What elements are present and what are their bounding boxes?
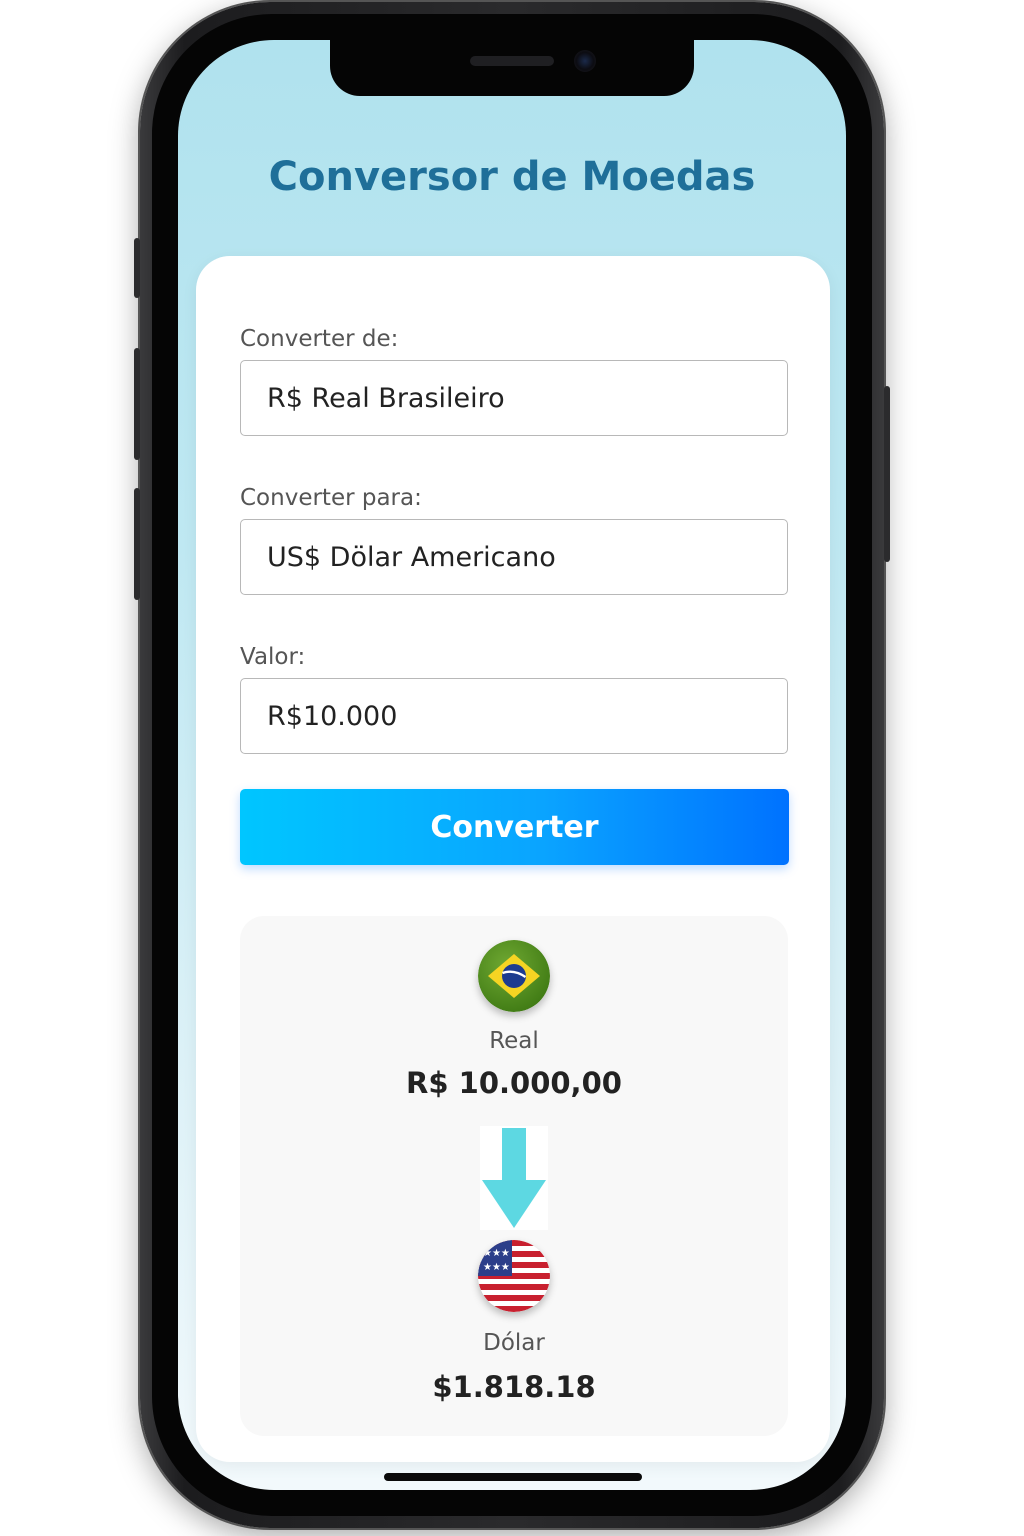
svg-text:★★★: ★★★	[483, 1262, 510, 1273]
usa-flag-icon: ★★★ ★★★	[478, 1240, 550, 1312]
volume-up-button	[134, 348, 140, 460]
phone-screen: Conversor de Moedas Converter de: R$ Rea…	[178, 40, 846, 1490]
stage: Conversor de Moedas Converter de: R$ Rea…	[0, 0, 1024, 1536]
convert-button[interactable]: Converter	[240, 789, 789, 865]
target-currency-amount: $1.818.18	[432, 1370, 596, 1404]
svg-text:★★★: ★★★	[483, 1248, 510, 1259]
power-button	[884, 386, 890, 562]
from-currency-label: Converter de:	[240, 326, 399, 352]
home-indicator[interactable]	[384, 1473, 642, 1481]
target-currency-name: Dólar	[483, 1330, 545, 1356]
arrow-down-icon	[480, 1126, 548, 1230]
converter-card: Converter de: R$ Real Brasileiro Convert…	[196, 256, 830, 1462]
amount-label: Valor:	[240, 644, 306, 670]
volume-down-button	[134, 488, 140, 600]
from-currency-select[interactable]: R$ Real Brasileiro	[240, 360, 788, 436]
speaker-grille	[470, 56, 554, 66]
to-currency-label: Converter para:	[240, 485, 422, 511]
result-panel: Real R$ 10.000,00 ★★★ ★★★ Dólar $1.818.1…	[240, 916, 788, 1436]
source-currency-amount: R$ 10.000,00	[406, 1066, 622, 1100]
brazil-flag-icon	[478, 940, 550, 1012]
front-camera-icon	[574, 50, 596, 72]
notch	[330, 40, 694, 96]
to-currency-select[interactable]: US$ Dölar Americano	[240, 519, 788, 595]
phone-frame: Conversor de Moedas Converter de: R$ Rea…	[134, 2, 890, 1528]
silent-switch	[134, 238, 140, 298]
page-title: Conversor de Moedas	[268, 154, 756, 200]
amount-input[interactable]: R$10.000	[240, 678, 788, 754]
source-currency-name: Real	[489, 1028, 539, 1054]
